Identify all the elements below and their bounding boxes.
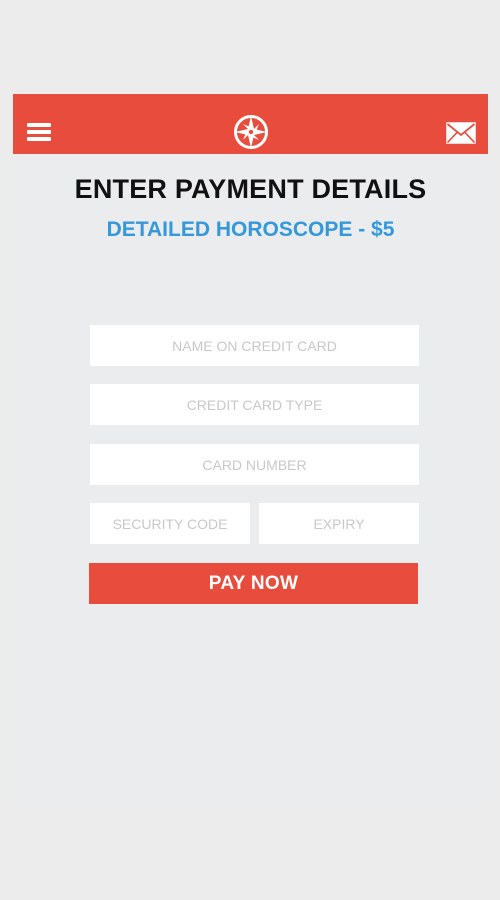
security-code-input[interactable] <box>90 503 250 544</box>
compass-logo-icon <box>234 115 268 149</box>
menu-button[interactable] <box>27 123 51 141</box>
name-on-card-input[interactable] <box>90 325 419 366</box>
page-title: ENTER PAYMENT DETAILS <box>74 174 427 204</box>
hamburger-menu-icon <box>27 130 51 134</box>
hamburger-menu-icon <box>27 123 51 127</box>
expiry-input[interactable] <box>259 503 419 544</box>
pay-now-button[interactable]: PAY NOW <box>89 563 418 604</box>
card-type-input[interactable] <box>90 384 419 425</box>
card-number-input[interactable] <box>90 444 419 485</box>
app-header <box>13 94 488 154</box>
envelope-icon <box>446 122 476 144</box>
hamburger-menu-icon <box>27 137 51 141</box>
product-subtitle: DETAILED HOROSCOPE - $5 <box>106 218 395 241</box>
app-screen: ENTER PAYMENT DETAILS DETAILED HOROSCOPE… <box>13 94 488 804</box>
mail-button[interactable] <box>446 122 476 144</box>
